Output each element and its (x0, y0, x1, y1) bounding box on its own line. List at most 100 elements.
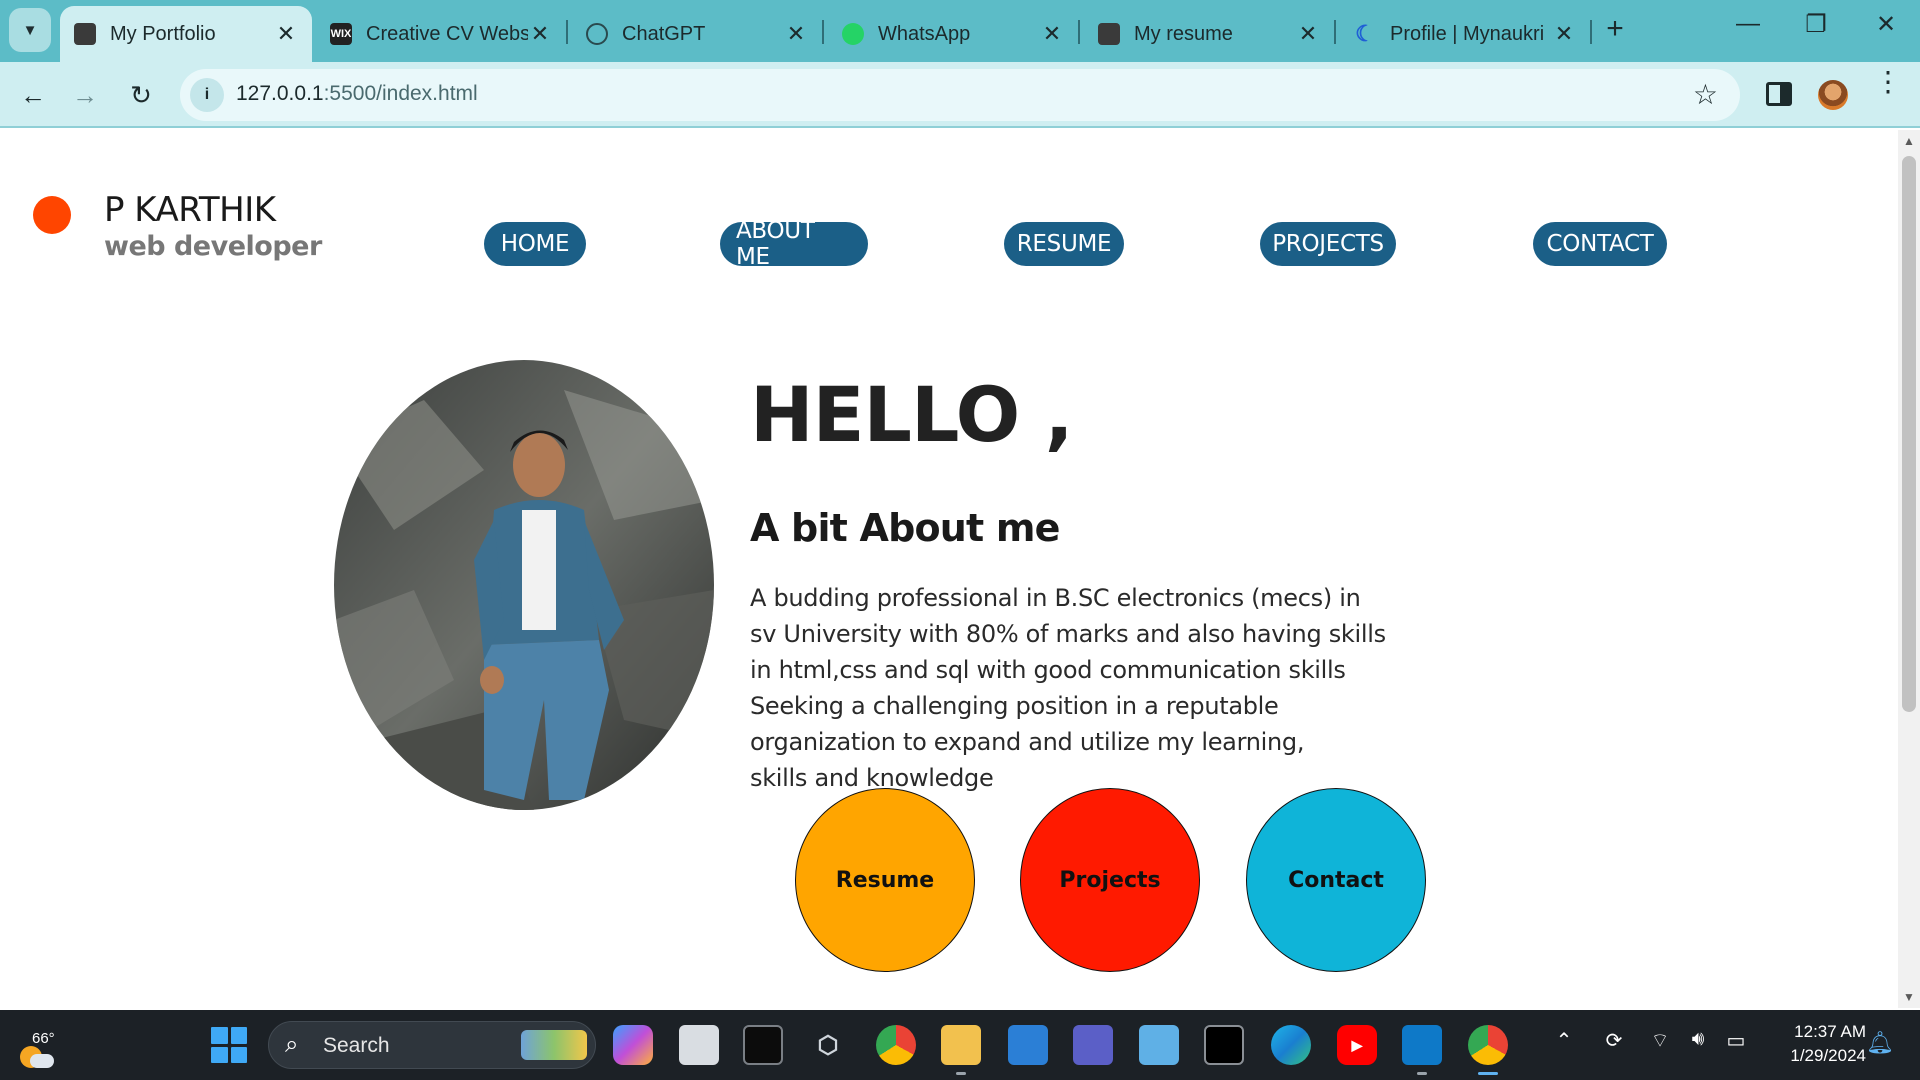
close-tab-icon[interactable]: ✕ (1296, 21, 1320, 47)
address-bar[interactable]: i 127.0.0.1:5500/index.html ☆ (180, 69, 1740, 121)
tab-my-portfolio[interactable]: My Portfolio ✕ (60, 6, 312, 62)
running-indicator (1417, 1072, 1427, 1075)
scrollbar-thumb[interactable] (1902, 156, 1916, 712)
edge-icon[interactable] (1271, 1025, 1311, 1065)
search-label: Search (323, 1034, 390, 1057)
url-host: 127.0.0.1 (236, 82, 324, 105)
task-view-icon[interactable] (679, 1025, 719, 1065)
weather-widget[interactable]: 66° (14, 1018, 58, 1068)
vertical-scrollbar[interactable]: ▲ ▼ (1898, 130, 1920, 1008)
profile-photo-image (334, 360, 714, 810)
close-tab-icon[interactable]: ✕ (528, 21, 552, 47)
tab-title: My Portfolio (110, 22, 216, 45)
greeting-heading: HELLO , (750, 370, 1074, 459)
tab-my-resume[interactable]: My resume ✕ (1084, 6, 1334, 62)
sync-icon[interactable]: ⟳ (1600, 1028, 1628, 1053)
about-heading: A bit About me (750, 506, 1060, 550)
nav-contact-button[interactable]: CONTACT (1533, 222, 1667, 266)
battery-icon[interactable]: ▭ (1722, 1028, 1750, 1053)
taskbar-search-box[interactable]: ⌕ Search (268, 1021, 596, 1069)
close-tab-icon[interactable]: ✕ (274, 21, 298, 47)
tab-title: ChatGPT (622, 22, 706, 45)
about-line: organization to expand and utilize my le… (750, 728, 1305, 756)
brand-name: P KARTHIK (104, 190, 276, 230)
tab-title: Creative CV Websi (366, 22, 528, 45)
mysql-icon[interactable] (1204, 1025, 1244, 1065)
more-menu-icon[interactable]: ⋮ (1874, 68, 1902, 96)
clock-date: 1/29/2024 (1790, 1046, 1866, 1065)
windows-start-icon[interactable] (211, 1027, 247, 1063)
about-line: sv University with 80% of marks and also… (750, 620, 1386, 648)
url-path: :5500/index.html (323, 82, 478, 105)
file-explorer-icon[interactable] (941, 1025, 981, 1065)
mail-icon[interactable] (1008, 1025, 1048, 1065)
vscode-icon[interactable] (1402, 1025, 1442, 1065)
cloud-icon (30, 1054, 54, 1068)
profile-avatar[interactable] (1818, 80, 1848, 110)
terminal-icon[interactable] (743, 1025, 783, 1065)
about-paragraph: A budding professional in B.SC electroni… (750, 580, 1386, 796)
tab-title: WhatsApp (878, 22, 971, 45)
about-line: Seeking a challenging position in a repu… (750, 692, 1279, 720)
scroll-down-arrow-icon[interactable]: ▼ (1902, 990, 1916, 1004)
wifi-icon[interactable]: ⌔ (1646, 1028, 1674, 1053)
youtube-icon[interactable]: ▶ (1337, 1025, 1377, 1065)
whatsapp-favicon-icon (842, 23, 864, 45)
site-info-icon[interactable]: i (190, 78, 224, 112)
restore-icon[interactable]: ❐ (1796, 10, 1836, 39)
side-panel-icon[interactable] (1766, 82, 1792, 106)
close-window-icon[interactable]: ✕ (1866, 10, 1906, 39)
close-tab-icon[interactable]: ✕ (1552, 21, 1576, 47)
scroll-up-arrow-icon[interactable]: ▲ (1902, 134, 1916, 148)
page-viewport: P KARTHIK web developer HOME ABOUT ME RE… (0, 130, 1898, 1008)
tab-title: Profile | Mynaukri (1390, 22, 1545, 45)
cube-app-icon[interactable]: ⬡ (808, 1025, 848, 1065)
nav-home-button[interactable]: HOME (484, 222, 586, 266)
running-indicator (956, 1072, 966, 1075)
new-tab-plus-icon[interactable]: + (1598, 12, 1632, 46)
tab-separator (822, 20, 824, 44)
tray-overflow-chevron-icon[interactable]: ⌃ (1552, 1028, 1576, 1053)
volume-icon[interactable]: 🔊︎ (1684, 1028, 1712, 1051)
clock-time: 12:37 AM (1794, 1022, 1866, 1041)
running-indicator-active (1478, 1072, 1498, 1075)
wix-favicon-icon: WIX (330, 23, 352, 45)
tab-whatsapp[interactable]: WhatsApp ✕ (828, 6, 1078, 62)
back-arrow-icon[interactable]: ← (14, 76, 52, 114)
tab-creative-cv[interactable]: WIX Creative CV Websi ✕ (316, 6, 566, 62)
tab-separator (1590, 20, 1592, 44)
tab-separator (1078, 20, 1080, 44)
address-url[interactable]: 127.0.0.1:5500/index.html (236, 82, 478, 106)
resume-circle-button[interactable]: Resume (795, 788, 975, 972)
about-line: in html,css and sql with good communicat… (750, 656, 1346, 684)
forward-arrow-icon[interactable]: → (66, 76, 104, 114)
notepad-icon[interactable] (1139, 1025, 1179, 1065)
browser-toolbar: ← → ↻ i 127.0.0.1:5500/index.html ☆ ⋮ (0, 62, 1920, 128)
tab-search-chevron-icon[interactable]: ▼ (9, 8, 51, 52)
chatgpt-favicon-icon (586, 23, 608, 45)
nav-projects-button[interactable]: PROJECTS (1260, 222, 1396, 266)
teams-icon[interactable] (1073, 1025, 1113, 1065)
copilot-icon[interactable] (613, 1025, 653, 1065)
taskbar-clock[interactable]: 12:37 AM 1/29/2024 (1766, 1020, 1866, 1068)
chrome-profile-icon[interactable] (1468, 1025, 1508, 1065)
brand-role: web developer (104, 231, 322, 262)
nav-resume-button[interactable]: RESUME (1004, 222, 1124, 266)
tab-title: My resume (1134, 22, 1233, 45)
profile-photo (334, 360, 714, 810)
close-tab-icon[interactable]: ✕ (1040, 21, 1064, 47)
notification-bell-icon[interactable]: 🔔︎ (1866, 1030, 1894, 1056)
projects-circle-button[interactable]: Projects (1020, 788, 1200, 972)
contact-circle-button[interactable]: Contact (1246, 788, 1426, 972)
close-tab-icon[interactable]: ✕ (784, 21, 808, 47)
weather-temperature: 66° (32, 1030, 55, 1047)
naukri-favicon-icon: ☾ (1355, 21, 1375, 46)
browser-tabstrip: ▼ My Portfolio ✕ WIX Creative CV Websi ✕… (0, 0, 1920, 62)
reload-icon[interactable]: ↻ (122, 76, 160, 114)
tab-chatgpt[interactable]: ChatGPT ✕ (572, 6, 822, 62)
chrome-icon[interactable] (876, 1025, 916, 1065)
bookmark-star-icon[interactable]: ☆ (1693, 78, 1718, 111)
minimize-icon[interactable]: — (1728, 10, 1768, 38)
nav-about-button[interactable]: ABOUT ME (720, 218, 868, 270)
tab-mynaukri[interactable]: ☾ Profile | Mynaukri ✕ (1340, 6, 1590, 62)
